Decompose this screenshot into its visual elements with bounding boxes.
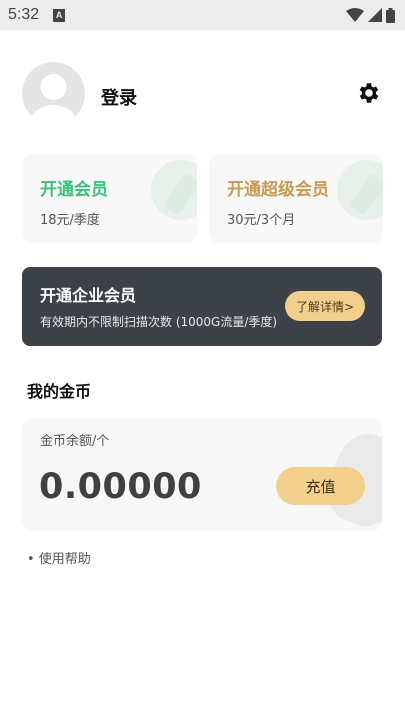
enterprise-member-card[interactable]: 开通企业会员 有效期内不限制扫描次数 (1000G流量/季度) 了解详情> <box>22 267 382 346</box>
super-member-title: 开通超级会员 <box>227 180 329 200</box>
help-link[interactable]: • 使用帮助 <box>27 548 91 567</box>
login-link[interactable]: 登录 <box>101 84 137 110</box>
recharge-button[interactable]: 充值 <box>276 467 365 505</box>
enterprise-description: 有效期内不限制扫描次数 (1000G流量/季度) <box>40 315 278 329</box>
super-member-price: 30元/3个月 <box>227 213 296 228</box>
gear-icon <box>359 83 379 103</box>
status-icons <box>346 7 395 23</box>
signal-icon <box>368 8 382 22</box>
super-member-card[interactable]: 开通超级会员 30元/3个月 <box>209 154 383 243</box>
details-button[interactable]: 了解详情> <box>285 291 365 321</box>
settings-button[interactable] <box>356 80 382 106</box>
profile-header: 登录 <box>22 62 384 132</box>
member-price: 18元/季度 <box>40 213 100 228</box>
coin-balance-card: 金币余额/个 0.00000 充值 <box>22 419 382 531</box>
status-time: 5:32 <box>8 6 40 23</box>
member-title: 开通会员 <box>40 180 108 200</box>
my-coins-heading: 我的金币 <box>27 382 92 401</box>
member-card[interactable]: 开通会员 18元/季度 <box>22 154 197 243</box>
enterprise-title: 开通企业会员 <box>40 286 137 305</box>
status-bar: 5:32 A <box>0 0 405 30</box>
notification-icon: A <box>53 8 66 22</box>
wifi-icon <box>346 8 364 22</box>
avatar[interactable] <box>22 62 85 125</box>
balance-value: 0.00000 <box>39 467 202 507</box>
balance-label: 金币余额/个 <box>40 434 110 449</box>
battery-icon <box>386 7 395 23</box>
default-avatar-icon <box>30 74 77 125</box>
